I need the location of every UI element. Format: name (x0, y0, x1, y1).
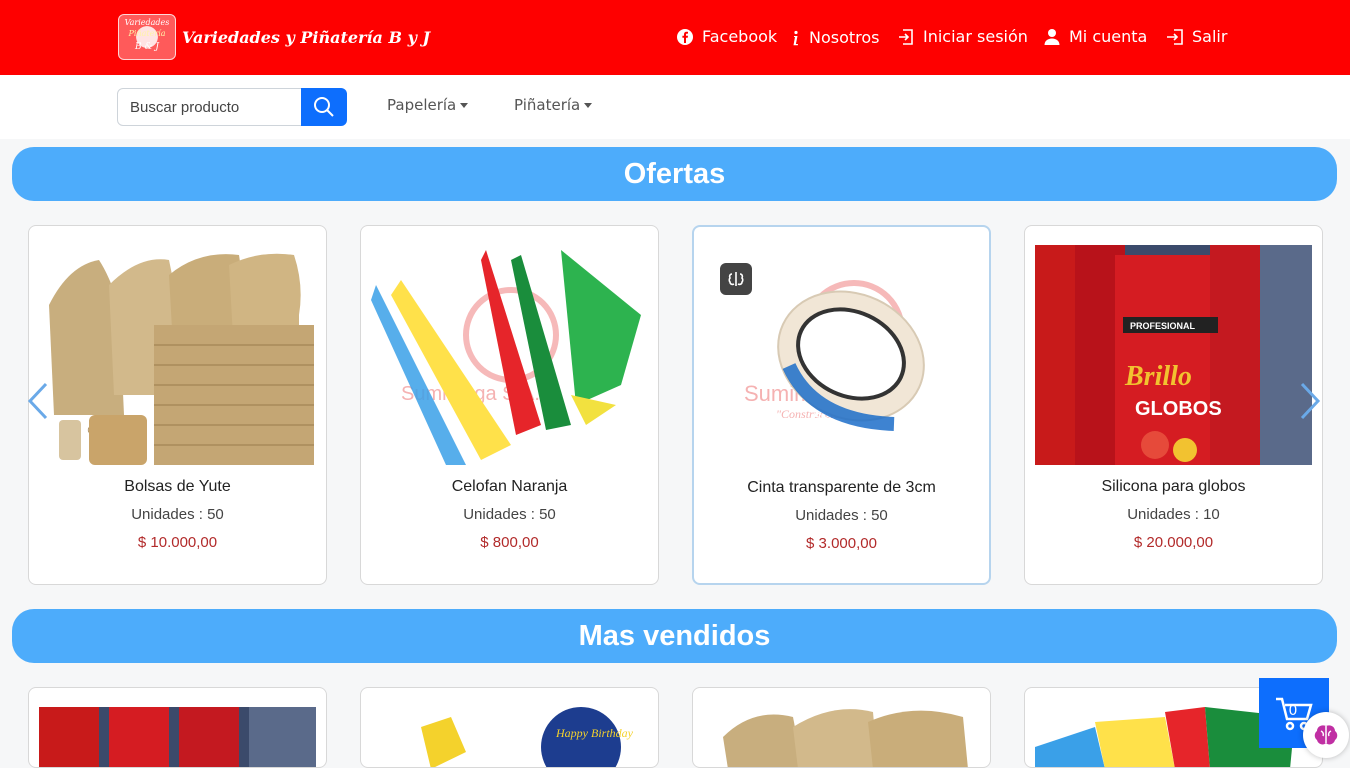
nav-label: Salir (1192, 27, 1228, 46)
dropdown-pinateria[interactable]: Piñatería (514, 96, 593, 114)
section-title-offers: Ofertas (12, 147, 1337, 201)
info-icon (793, 30, 798, 45)
carousel-next-icon[interactable] (1298, 380, 1324, 422)
login-icon (899, 28, 913, 45)
product-price: $ 800,00 (480, 534, 539, 551)
can-title-text: Brillo (1124, 361, 1192, 392)
user-icon (1044, 28, 1060, 45)
nav-label: Facebook (702, 27, 778, 46)
nav-nosotros[interactable]: Nosotros (791, 28, 880, 47)
brain-icon (1314, 725, 1338, 745)
search-button[interactable] (301, 88, 347, 126)
product-card[interactable] (692, 687, 991, 768)
product-price: $ 10.000,00 (137, 534, 218, 551)
nav-label: Iniciar sesión (923, 27, 1028, 46)
product-name: Cinta transparente de 3cm (747, 479, 936, 496)
dropdown-label: Papelería (387, 96, 457, 114)
nav-label: Nosotros (809, 28, 880, 47)
brain-icon (728, 272, 744, 286)
product-image-jute-bags (703, 707, 980, 767)
brand-link[interactable]: Variedades Piñatería B & J Variedades y … (118, 14, 430, 60)
search-icon (314, 97, 334, 117)
nav-label: Mi cuenta (1069, 27, 1148, 46)
caret-down-icon (584, 102, 593, 108)
product-name: Celofan Naranja (451, 478, 568, 495)
can-label-text: PROFESIONAL (1130, 321, 1196, 331)
ai-badge[interactable] (720, 263, 752, 295)
dropdown-papeleria[interactable]: Papelería (387, 96, 469, 114)
product-units: Unidades : 50 (795, 507, 888, 524)
product-units: Unidades : 50 (131, 506, 224, 523)
dropdown-label: Piñatería (514, 96, 581, 114)
store-logo: Variedades Piñatería B & J (118, 14, 176, 60)
product-card[interactable] (28, 687, 327, 768)
product-image-balloon-spray: PROFESIONAL Brillo GLOBOS (1035, 245, 1312, 465)
product-name: Silicona para globos (1101, 478, 1246, 495)
nav-login[interactable]: Iniciar sesión (897, 27, 1028, 46)
nav-facebook[interactable]: Facebook (676, 27, 777, 46)
product-name: Bolsas de Yute (124, 478, 231, 495)
product-image-cellophane: Sumimega S.A.S (371, 245, 648, 465)
product-units: Unidades : 50 (463, 506, 556, 523)
brand-name: Variedades y Piñatería B y J (182, 27, 431, 47)
cart-count: 0 (1288, 703, 1298, 719)
product-card[interactable]: Sumimega S.A.S "Construcciones" EGA Cint… (692, 225, 991, 585)
caret-down-icon (460, 102, 469, 108)
nav-logout[interactable]: Salir (1166, 27, 1227, 46)
logout-icon (1167, 28, 1183, 45)
product-image-jute-bags (39, 245, 316, 465)
search-input[interactable] (117, 88, 303, 126)
can-subtitle-text: GLOBOS (1135, 398, 1222, 420)
product-card[interactable]: Bolsas de Yute Unidades : 50 $ 10.000,00 (28, 225, 327, 585)
assistant-button[interactable] (1303, 712, 1349, 758)
balloon-text: Happy Birthday (555, 726, 634, 740)
carousel-prev-icon[interactable] (24, 380, 50, 422)
nav-my-account[interactable]: Mi cuenta (1043, 27, 1147, 46)
product-card[interactable]: Happy Birthday (360, 687, 659, 768)
product-image-balloon-spray (39, 707, 316, 767)
section-title-best-sellers: Mas vendidos (12, 609, 1337, 663)
product-price: $ 3.000,00 (806, 535, 877, 552)
product-units: Unidades : 10 (1127, 506, 1220, 523)
product-image-birthday-balloons: Happy Birthday (371, 707, 648, 767)
product-card[interactable]: PROFESIONAL Brillo GLOBOS Silicona para … (1024, 225, 1323, 585)
product-card[interactable]: Sumimega S.A.S Celofan Naranja Unidades … (360, 225, 659, 585)
facebook-icon (677, 28, 693, 45)
product-price: $ 20.000,00 (1133, 534, 1214, 551)
